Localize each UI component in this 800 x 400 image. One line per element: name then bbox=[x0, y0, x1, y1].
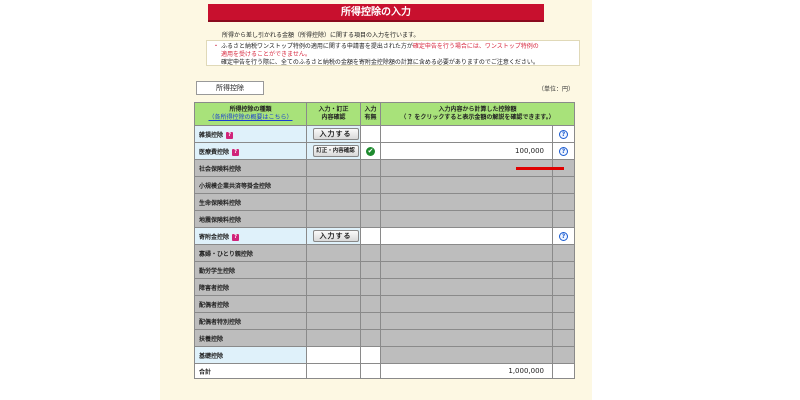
table-row: 小規模企業共済等掛金控除 bbox=[194, 176, 575, 194]
table-row: 生命保険料控除 bbox=[194, 193, 575, 211]
row-name: 寡婦・ひとり親控除 bbox=[194, 244, 307, 262]
notes-bullet: ・ bbox=[213, 43, 220, 50]
row-amount bbox=[380, 193, 553, 211]
tab-deductions[interactable]: 所得控除 bbox=[196, 81, 264, 95]
row-amount bbox=[380, 210, 553, 228]
table-row: 地震保険料控除 bbox=[194, 210, 575, 228]
row-name-basic: 基礎控除 bbox=[194, 346, 307, 364]
notes-box: ・ ふるさと納税ワンストップ特例の適用に関する申請書を提出された方が確定申告を行… bbox=[206, 40, 580, 66]
header-type: 所得控除の種類 （各所得控除の概要はこちら） bbox=[194, 102, 307, 126]
row-amount bbox=[380, 244, 553, 262]
help-icon[interactable]: ? bbox=[559, 146, 568, 156]
row-name: 扶養控除 bbox=[194, 329, 307, 347]
notes-line-1: ふるさと納税ワンストップ特例の適用に関する申請書を提出された方が確定申告を行う場… bbox=[221, 43, 539, 50]
row-name: 配偶者控除 bbox=[194, 295, 307, 313]
row-name: 配偶者特別控除 bbox=[194, 312, 307, 330]
row-amount bbox=[380, 227, 553, 245]
row-amount bbox=[380, 295, 553, 313]
table-row: 障害者控除 bbox=[194, 278, 575, 296]
input-button[interactable]: 入力する bbox=[312, 128, 359, 140]
row-name: 勤労学生控除 bbox=[194, 261, 307, 279]
row-amount bbox=[380, 312, 553, 330]
notes-line-2: 適用を受けることができません。 bbox=[221, 51, 311, 58]
header-amount: 入力内容から計算した控除額 （ ？をクリックすると表示金額の解説を確認できます。… bbox=[380, 102, 575, 126]
header-input: 入力・訂正 内容確認 bbox=[306, 102, 361, 126]
deductions-table: 所得控除の種類 （各所得控除の概要はこちら） 入力・訂正 内容確認 入力 有無 … bbox=[194, 102, 575, 379]
question-icon[interactable]: ? bbox=[232, 233, 240, 241]
total-label: 合計 bbox=[194, 363, 307, 379]
table-row: 雑損控除? 入力する? bbox=[194, 125, 575, 143]
row-amount: 100,000 bbox=[380, 142, 553, 160]
row-name: 寄附金控除? bbox=[194, 227, 307, 245]
table-header-row: 所得控除の種類 （各所得控除の概要はこちら） 入力・訂正 内容確認 入力 有無 … bbox=[194, 102, 575, 126]
table-row: 寡婦・ひとり親控除 bbox=[194, 244, 575, 262]
table-row-total: 合計 1,000,000 bbox=[194, 363, 575, 379]
row-amount bbox=[380, 176, 553, 194]
notes-line-3: 確定申告を行う際に、全てのふるさと納税の金額を寄附金控除額の計算に含める必要があ… bbox=[221, 59, 539, 66]
help-icon[interactable]: ? bbox=[559, 129, 568, 139]
row-name: 地震保険料控除 bbox=[194, 210, 307, 228]
row-name: 障害者控除 bbox=[194, 278, 307, 296]
input-button[interactable]: 入力する bbox=[312, 230, 359, 242]
question-icon[interactable]: ? bbox=[232, 148, 240, 156]
row-amount bbox=[380, 329, 553, 347]
table-row: 配偶者特別控除 bbox=[194, 312, 575, 330]
table-row: 扶養控除 bbox=[194, 329, 575, 347]
row-name: 生命保険料控除 bbox=[194, 193, 307, 211]
row-amount bbox=[380, 261, 553, 279]
row-name: 医療費控除? bbox=[194, 142, 307, 160]
row-name: 小規模企業共済等掛金控除 bbox=[194, 176, 307, 194]
overview-link[interactable]: （各所得控除の概要はこちら） bbox=[208, 114, 292, 121]
table-row-basic: 基礎控除 bbox=[194, 346, 575, 364]
row-amount bbox=[380, 125, 553, 143]
intro-text: 所得から差し引かれる金額（所得控除）に関する項目の入力を行います。 bbox=[222, 32, 420, 39]
edit-confirm-button[interactable]: 訂正・内容確認 bbox=[312, 145, 359, 157]
table-row: 勤労学生控除 bbox=[194, 261, 575, 279]
question-icon[interactable]: ? bbox=[226, 131, 234, 139]
total-amount: 1,000,000 bbox=[380, 363, 553, 379]
unit-label: （単位：円） bbox=[537, 86, 574, 93]
table-row: 寄附金控除? 入力する? bbox=[194, 227, 575, 245]
help-icon[interactable]: ? bbox=[559, 231, 568, 241]
check-icon: ✔ bbox=[366, 146, 375, 156]
header-status: 入力 有無 bbox=[360, 102, 381, 126]
highlight-underline bbox=[516, 167, 564, 170]
row-name: 社会保険料控除 bbox=[194, 159, 307, 177]
row-name: 雑損控除? bbox=[194, 125, 307, 143]
table-row: 配偶者控除 bbox=[194, 295, 575, 313]
row-amount bbox=[380, 278, 553, 296]
page-title: 所得控除の入力 bbox=[208, 4, 544, 22]
table-row: 医療費控除? 訂正・内容確認 ✔ 100,000? bbox=[194, 142, 575, 160]
